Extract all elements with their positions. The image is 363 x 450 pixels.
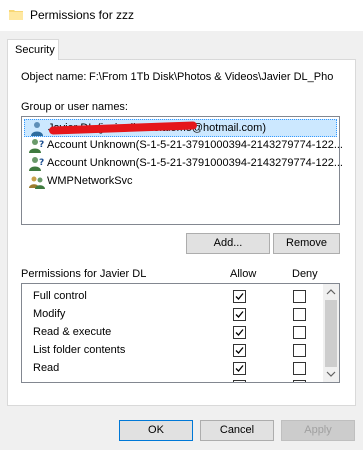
permission-row-read: Read bbox=[22, 360, 322, 378]
deny-checkbox[interactable] bbox=[293, 344, 306, 357]
permission-name: List folder contents bbox=[33, 344, 126, 356]
group-names-label: Group or user names: bbox=[21, 101, 128, 113]
folder-icon bbox=[9, 10, 23, 20]
permission-name: Read & execute bbox=[33, 326, 112, 338]
checkmark-icon bbox=[235, 365, 244, 372]
checkmark-icon bbox=[235, 347, 244, 354]
permission-name: Read bbox=[33, 362, 60, 374]
window-title: Permissions for zzz bbox=[30, 8, 135, 22]
list-item-wmpnetworksvc[interactable]: WMPNetworkSvc bbox=[24, 173, 337, 191]
permission-row-full-control: Full control bbox=[22, 288, 322, 306]
permissions-label: Permissions for Javier DL bbox=[21, 268, 147, 280]
cancel-button[interactable]: Cancel bbox=[200, 420, 274, 441]
apply-button[interactable]: Apply bbox=[281, 420, 355, 441]
tab-security[interactable]: Security bbox=[7, 39, 59, 60]
object-name-value[interactable]: F:\From 1Tb Disk\Photos & Videos\Javier … bbox=[89, 71, 343, 83]
remove-button[interactable]: Remove bbox=[273, 233, 340, 254]
deny-column-header: Deny bbox=[292, 268, 318, 280]
scrollbar-thumb[interactable] bbox=[325, 300, 337, 367]
permission-row-list-folder-contents: List folder contents bbox=[22, 342, 322, 360]
permissions-table[interactable]: Full control Modify Read & execute List … bbox=[21, 283, 340, 383]
permission-row-partial bbox=[22, 378, 322, 383]
svg-text:?: ? bbox=[39, 158, 44, 168]
list-item-label: Account Unknown(S-1-5-21-3791000394-2143… bbox=[47, 139, 343, 151]
allow-checkbox[interactable] bbox=[233, 344, 246, 357]
allow-column-header: Allow bbox=[230, 268, 257, 280]
unknown-user-icon: ? bbox=[29, 139, 44, 153]
scroll-up-icon[interactable] bbox=[323, 284, 339, 300]
deny-checkbox[interactable] bbox=[293, 290, 306, 303]
add-button[interactable]: Add... bbox=[186, 233, 270, 254]
checkmark-icon bbox=[235, 329, 244, 336]
object-name-label: Object name: bbox=[21, 71, 87, 83]
list-item-unknown-2[interactable]: ? Account Unknown(S-1-5-21-3791000394-21… bbox=[24, 155, 343, 173]
group-names-list[interactable]: Javier DL (javierdiazdelalomo@hotmail.co… bbox=[21, 116, 343, 225]
deny-checkbox[interactable] bbox=[293, 308, 306, 321]
allow-checkbox[interactable] bbox=[233, 362, 246, 375]
permission-name: Full control bbox=[33, 290, 87, 302]
ok-button[interactable]: OK bbox=[119, 420, 193, 441]
allow-checkbox[interactable] bbox=[233, 326, 246, 339]
allow-checkbox[interactable] bbox=[233, 380, 246, 383]
deny-checkbox[interactable] bbox=[293, 380, 306, 382]
unknown-user-icon: ? bbox=[29, 157, 44, 171]
deny-checkbox[interactable] bbox=[293, 326, 306, 339]
group-icon bbox=[29, 176, 45, 189]
allow-checkbox[interactable] bbox=[233, 290, 246, 303]
user-icon bbox=[31, 122, 43, 136]
permission-row-modify: Modify bbox=[22, 306, 322, 324]
list-item-label: WMPNetworkSvc bbox=[47, 175, 133, 187]
checkmark-icon bbox=[235, 293, 244, 300]
checkmark-icon bbox=[234, 381, 245, 383]
deny-checkbox[interactable] bbox=[293, 362, 306, 375]
allow-checkbox[interactable] bbox=[233, 308, 246, 321]
permission-row-read-execute: Read & execute bbox=[22, 324, 322, 342]
list-item-label: Account Unknown(S-1-5-21-3791000394-2143… bbox=[47, 157, 343, 169]
permission-name: Modify bbox=[33, 308, 66, 320]
tab-security-label: Security bbox=[15, 44, 55, 56]
checkmark-icon bbox=[235, 311, 244, 318]
list-item-javier[interactable]: Javier DL (javierdiazdelalomo@hotmail.co… bbox=[24, 119, 337, 137]
svg-text:?: ? bbox=[39, 140, 44, 150]
list-item-unknown-1[interactable]: ? Account Unknown(S-1-5-21-3791000394-21… bbox=[24, 137, 343, 155]
scroll-down-icon[interactable] bbox=[323, 366, 339, 382]
